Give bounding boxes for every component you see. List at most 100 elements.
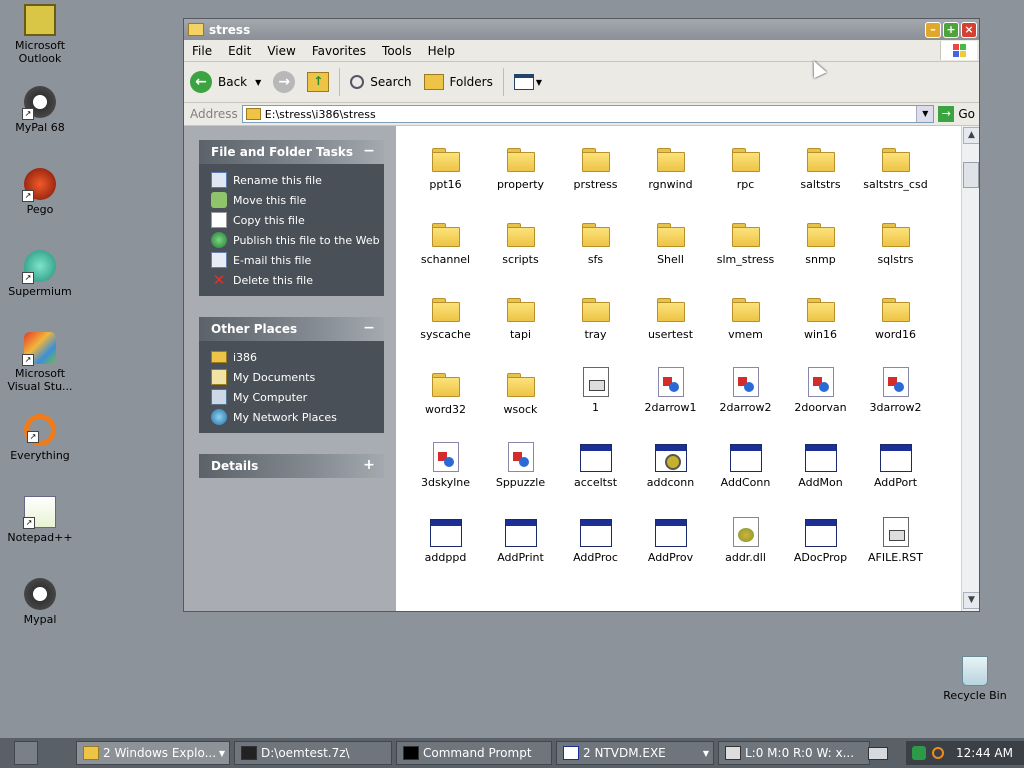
file-item[interactable]: ppt16 <box>408 142 483 217</box>
search-button[interactable]: Search <box>344 67 417 97</box>
file-item[interactable]: 3darrow2 <box>858 367 933 442</box>
menu-favorites[interactable]: Favorites <box>304 44 374 58</box>
task-rename[interactable]: Rename this file <box>211 170 384 190</box>
task-email[interactable]: E-mail this file <box>211 250 384 270</box>
file-item[interactable]: saltstrs_csd <box>858 142 933 217</box>
taskbar-item-ntvdm[interactable]: 2 NTVDM.EXE ▼ <box>556 741 714 765</box>
file-item[interactable]: syscache <box>408 292 483 367</box>
file-item[interactable]: addppd <box>408 517 483 592</box>
file-item[interactable]: rgnwind <box>633 142 708 217</box>
scroll-thumb[interactable] <box>963 162 979 188</box>
file-item[interactable]: win16 <box>783 292 858 367</box>
file-item[interactable]: addr.dll <box>708 517 783 592</box>
file-item[interactable]: AddProv <box>633 517 708 592</box>
place-my-documents[interactable]: My Documents <box>211 367 384 387</box>
minimize-button[interactable]: – <box>925 21 941 38</box>
file-item[interactable]: tray <box>558 292 633 367</box>
title-bar[interactable]: stress – + × <box>184 19 979 40</box>
address-dropdown-button[interactable]: ▼ <box>916 106 934 122</box>
file-item[interactable]: word32 <box>408 367 483 442</box>
place-my-computer[interactable]: My Computer <box>211 387 384 407</box>
file-item[interactable]: AFILE.RST <box>858 517 933 592</box>
file-item[interactable]: AddConn <box>708 442 783 517</box>
file-item[interactable]: snmp <box>783 217 858 292</box>
task-delete[interactable]: ✕ Delete this file <box>211 270 384 290</box>
menu-tools[interactable]: Tools <box>374 44 420 58</box>
taskbar-item-7zip[interactable]: D:\oemtest.7z\ <box>234 741 392 765</box>
file-item[interactable]: sfs <box>558 217 633 292</box>
file-item[interactable]: property <box>483 142 558 217</box>
clock[interactable]: 12:44 AM <box>956 746 1013 760</box>
file-item[interactable]: vmem <box>708 292 783 367</box>
task-publish[interactable]: Publish this file to the Web <box>211 230 384 250</box>
file-item[interactable]: Shell <box>633 217 708 292</box>
file-item[interactable]: 1 <box>558 367 633 442</box>
menu-help[interactable]: Help <box>420 44 463 58</box>
file-item[interactable]: AddMon <box>783 442 858 517</box>
place-i386[interactable]: i386 <box>211 347 384 367</box>
file-item[interactable]: sqlstrs <box>858 217 933 292</box>
menu-edit[interactable]: Edit <box>220 44 259 58</box>
file-item[interactable]: tapi <box>483 292 558 367</box>
desktop-icon-everything[interactable]: ↗ Everything <box>0 414 80 462</box>
address-input[interactable]: E:\stress\i386\stress ▼ <box>241 105 935 123</box>
scroll-up-button[interactable]: ▲ <box>963 127 979 144</box>
tray-search-icon[interactable] <box>932 747 944 759</box>
file-item[interactable]: ADocProp <box>783 517 858 592</box>
forward-button[interactable]: → <box>267 67 301 97</box>
vertical-scrollbar[interactable]: ▲ ▼ <box>961 126 979 611</box>
taskbar-item-command-prompt[interactable]: Command Prompt <box>396 741 552 765</box>
file-item[interactable]: 2darrow1 <box>633 367 708 442</box>
desktop-icon-mypal[interactable]: Mypal <box>0 578 80 626</box>
file-item[interactable]: Sppuzzle <box>483 442 558 517</box>
desktop-icon-supermium[interactable]: ↗ Supermium <box>0 250 80 298</box>
file-item[interactable]: 2darrow2 <box>708 367 783 442</box>
collapse-icon[interactable]: − <box>362 144 376 158</box>
file-item[interactable]: prstress <box>558 142 633 217</box>
desktop-icon-notepadpp[interactable]: ↗ Notepad++ <box>0 496 80 544</box>
task-copy[interactable]: Copy this file <box>211 210 384 230</box>
file-item[interactable]: AddPort <box>858 442 933 517</box>
views-button[interactable]: ▼ <box>508 67 548 97</box>
close-button[interactable]: × <box>961 21 977 38</box>
file-item[interactable]: acceltst <box>558 442 633 517</box>
taskbar-item-monitor[interactable]: L:0 M:0 R:0 W: x... <box>718 741 870 765</box>
panel-header[interactable]: Details + <box>199 454 384 478</box>
file-item[interactable]: AddPrint <box>483 517 558 592</box>
file-item[interactable]: AddProc <box>558 517 633 592</box>
panel-header[interactable]: Other Places − <box>199 317 384 341</box>
menu-view[interactable]: View <box>259 44 303 58</box>
desktop-icon-mypal68[interactable]: ↗ MyPal 68 <box>0 86 80 134</box>
folders-button[interactable]: Folders <box>418 67 499 97</box>
collapse-icon[interactable]: − <box>362 321 376 335</box>
menu-file[interactable]: File <box>184 44 220 58</box>
file-item[interactable]: 2doorvan <box>783 367 858 442</box>
keyboard-icon[interactable] <box>868 747 888 760</box>
up-folder-button[interactable]: ↑ <box>301 67 335 97</box>
file-item[interactable]: scripts <box>483 217 558 292</box>
file-item[interactable]: saltstrs <box>783 142 858 217</box>
file-item[interactable]: 3dskylne <box>408 442 483 517</box>
go-button[interactable]: → Go <box>938 106 975 122</box>
place-my-network-places[interactable]: My Network Places <box>211 407 384 427</box>
file-item[interactable]: schannel <box>408 217 483 292</box>
file-item[interactable]: rpc <box>708 142 783 217</box>
file-item[interactable]: usertest <box>633 292 708 367</box>
desktop-icon-outlook[interactable]: Microsoft Outlook <box>0 4 80 65</box>
task-move[interactable]: Move this file <box>211 190 384 210</box>
maximize-button[interactable]: + <box>943 21 959 38</box>
tray-connect-icon[interactable] <box>912 746 926 760</box>
file-item[interactable]: wsock <box>483 367 558 442</box>
file-item[interactable]: word16 <box>858 292 933 367</box>
start-button[interactable] <box>14 741 38 765</box>
back-button[interactable]: ← Back ▼ <box>184 67 267 97</box>
panel-header[interactable]: File and Folder Tasks − <box>199 140 384 164</box>
desktop-icon-recycle-bin[interactable]: Recycle Bin <box>934 656 1016 702</box>
desktop-icon-visual-studio[interactable]: ↗ Microsoft Visual Stu... <box>0 332 80 393</box>
taskbar-item-explorer[interactable]: 2 Windows Explo... ▼ <box>76 741 230 765</box>
scroll-down-button[interactable]: ▼ <box>963 592 979 609</box>
file-item[interactable]: addconn <box>633 442 708 517</box>
expand-icon[interactable]: + <box>362 458 376 472</box>
file-item[interactable]: slm_stress <box>708 217 783 292</box>
desktop-icon-pego[interactable]: ↗ Pego <box>0 168 80 216</box>
